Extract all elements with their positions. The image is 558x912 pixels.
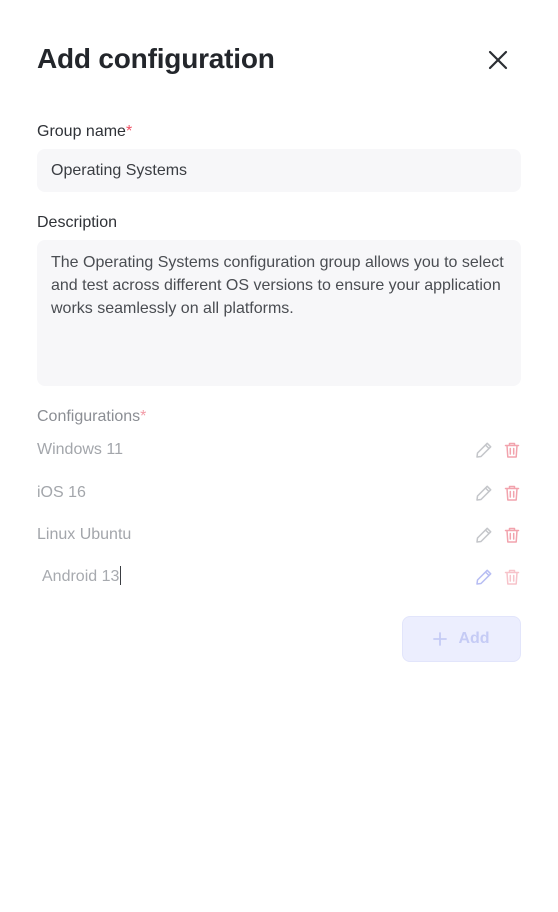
add-configuration-dialog: Add configuration Group name* Descriptio… — [0, 0, 558, 912]
edit-config-button[interactable] — [474, 525, 494, 545]
trash-icon — [504, 485, 520, 501]
config-name: iOS 16 — [37, 484, 86, 501]
edit-config-button[interactable] — [474, 440, 494, 460]
pencil-icon — [476, 527, 492, 543]
delete-config-button[interactable] — [502, 440, 522, 460]
add-button-label: Add — [458, 630, 490, 647]
delete-config-button[interactable] — [502, 525, 522, 545]
configurations-label-text: Configurations — [37, 408, 141, 425]
config-name: Linux Ubuntu — [37, 526, 132, 543]
delete-config-button[interactable] — [502, 567, 522, 587]
edit-config-button[interactable] — [474, 483, 494, 503]
config-name: Windows 11 — [37, 441, 123, 458]
description-label: Description — [37, 214, 118, 231]
trash-icon — [504, 527, 520, 543]
close-button[interactable] — [480, 42, 516, 78]
required-mark: * — [140, 408, 147, 425]
trash-icon — [504, 442, 520, 458]
required-mark: * — [125, 123, 133, 140]
pencil-icon — [476, 442, 492, 458]
group-name-input[interactable] — [37, 149, 521, 192]
configurations-label: Configurations* — [37, 407, 146, 427]
add-button[interactable]: Add — [402, 616, 521, 662]
config-name-input[interactable]: Android 13 — [42, 565, 122, 589]
trash-icon — [504, 569, 520, 585]
group-name-label: Group name* — [37, 122, 132, 142]
edit-config-button[interactable] — [474, 567, 494, 587]
config-name-text: Android 13 — [42, 568, 120, 585]
config-row-ios: iOS 16 — [37, 481, 521, 505]
config-row-windows: Windows 11 — [37, 438, 521, 462]
pencil-icon — [476, 569, 492, 585]
dialog-title: Add configuration — [37, 43, 275, 74]
pencil-icon — [476, 485, 492, 501]
group-name-label-text: Group name — [37, 123, 126, 140]
config-row-linux: Linux Ubuntu — [37, 523, 521, 547]
delete-config-button[interactable] — [502, 483, 522, 503]
text-caret — [120, 566, 122, 585]
config-row-android-editing[interactable]: Android 13 — [37, 565, 521, 589]
plus-icon — [433, 632, 448, 646]
close-icon — [488, 50, 508, 70]
description-textarea[interactable]: The Operating Systems configuration grou… — [37, 240, 521, 386]
